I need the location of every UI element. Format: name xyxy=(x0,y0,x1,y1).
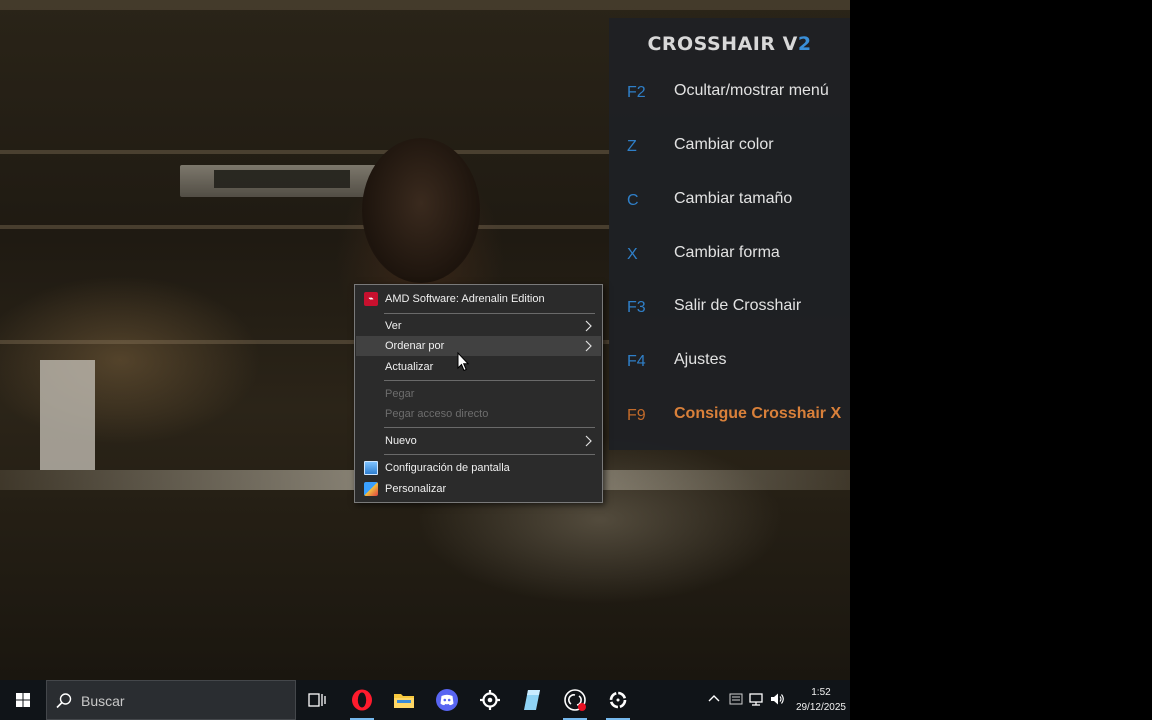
menu-separator xyxy=(384,380,595,381)
taskbar-search-box[interactable]: Buscar xyxy=(46,680,296,720)
chevron-right-icon xyxy=(585,340,592,352)
taskbar-clock[interactable]: 1:52 29/12/2025 xyxy=(796,685,846,715)
crosshair-title-version: 2 xyxy=(797,33,812,55)
menu-item-label: Ver xyxy=(385,320,402,332)
task-view-icon xyxy=(308,693,326,707)
crosshair-title: CROSSHAIR V2 xyxy=(609,33,850,55)
hotkey: Z xyxy=(627,138,637,155)
hotkey: F4 xyxy=(627,353,646,370)
crosshair-item-change-color: Z Cambiar color xyxy=(609,132,850,162)
chevron-right-icon xyxy=(585,320,592,332)
hotkey-label: Ocultar/mostrar menú xyxy=(674,82,829,99)
wallpaper-person xyxy=(362,138,480,283)
hotkey: X xyxy=(627,246,638,263)
steam-icon xyxy=(480,690,500,710)
discord-icon xyxy=(436,689,458,711)
crosshair-item-exit: F3 Salir de Crosshair xyxy=(609,293,850,323)
menu-item-paste: Pegar xyxy=(356,384,601,404)
file-explorer-icon xyxy=(394,694,414,708)
clock-time: 1:52 xyxy=(811,687,831,698)
steam-taskbar-button[interactable] xyxy=(469,680,511,720)
menu-separator xyxy=(384,313,595,314)
hotkey-label: Consigue Crosshair X xyxy=(674,405,842,422)
menu-item-label: Nuevo xyxy=(385,435,417,447)
menu-separator xyxy=(384,427,595,428)
menu-item-view[interactable]: Ver xyxy=(356,316,601,336)
start-button[interactable] xyxy=(0,680,46,720)
menu-item-display-settings[interactable]: Configuración de pantalla xyxy=(356,458,601,478)
opera-taskbar-button[interactable] xyxy=(341,680,383,720)
hotkey-label: Ajustes xyxy=(674,351,727,368)
menu-item-label: AMD Software: Adrenalin Edition xyxy=(385,293,545,305)
chevron-right-icon xyxy=(585,435,592,447)
hotkey: F9 xyxy=(627,407,646,424)
system-tray: 1:52 29/12/2025 xyxy=(700,680,850,720)
menu-item-label: Configuración de pantalla xyxy=(385,462,510,474)
volume-icon[interactable] xyxy=(769,691,785,707)
taskbar: Buscar 1:52 29/12/2025 xyxy=(0,680,850,720)
obs-taskbar-button[interactable] xyxy=(554,680,596,720)
personalize-icon xyxy=(364,482,378,496)
wallpaper-pencil-cup xyxy=(40,360,95,470)
display-settings-icon xyxy=(364,461,378,475)
clock-date: 29/12/2025 xyxy=(795,702,846,713)
hotkey-label: Cambiar forma xyxy=(674,244,780,261)
windows-logo-icon xyxy=(16,693,30,707)
search-placeholder: Buscar xyxy=(81,693,125,709)
task-view-button[interactable] xyxy=(296,680,338,720)
hotkey-label: Cambiar color xyxy=(674,136,774,153)
hotkey: C xyxy=(627,192,639,209)
desktop-context-menu: ⌁ AMD Software: Adrenalin Edition Ver Or… xyxy=(354,284,603,503)
crosshair-title-text: CROSSHAIR V xyxy=(647,33,798,55)
crosshair-overlay-menu: CROSSHAIR V2 F2 Ocultar/mostrar menú Z C… xyxy=(609,18,850,450)
obs-icon xyxy=(564,689,586,711)
crosshair-item-toggle-menu: F2 Ocultar/mostrar menú xyxy=(609,78,850,108)
crosshair-taskbar-button[interactable] xyxy=(597,680,639,720)
menu-item-label: Pegar xyxy=(385,388,415,400)
hotkey: F2 xyxy=(627,84,646,101)
letterbox-area xyxy=(850,0,1152,720)
notepad-taskbar-button[interactable] xyxy=(511,680,553,720)
input-method-icon[interactable] xyxy=(728,691,744,707)
menu-item-sort-by[interactable]: Ordenar por xyxy=(356,336,601,356)
opera-icon xyxy=(352,689,372,711)
menu-item-label: Actualizar xyxy=(385,361,434,373)
wallpaper-shelf xyxy=(0,0,850,10)
search-icon xyxy=(56,693,72,709)
hotkey: F3 xyxy=(627,299,646,316)
crosshair-icon xyxy=(609,691,627,709)
file-explorer-taskbar-button[interactable] xyxy=(383,680,425,720)
menu-item-personalize[interactable]: Personalizar xyxy=(356,479,601,499)
crosshair-item-change-shape: X Cambiar forma xyxy=(609,240,850,270)
amd-icon: ⌁ xyxy=(364,292,378,306)
hotkey-label: Cambiar tamaño xyxy=(674,190,793,207)
wallpaper-stereo xyxy=(180,165,380,197)
wallpaper-shelf xyxy=(0,225,610,229)
menu-separator xyxy=(384,454,595,455)
discord-taskbar-button[interactable] xyxy=(426,680,468,720)
crosshair-item-settings: F4 Ajustes xyxy=(609,347,850,377)
crosshair-item-change-size: C Cambiar tamaño xyxy=(609,186,850,216)
menu-item-label: Ordenar por xyxy=(385,340,445,352)
crosshair-item-get-crosshair-x: F9 Consigue Crosshair X xyxy=(609,401,850,431)
chevron-up-icon[interactable] xyxy=(706,691,722,707)
mouse-cursor-icon xyxy=(457,352,469,372)
wallpaper-shelf xyxy=(0,150,610,154)
notepad-icon xyxy=(524,690,540,710)
menu-item-paste-shortcut: Pegar acceso directo xyxy=(356,404,601,424)
hotkey-label: Salir de Crosshair xyxy=(674,297,802,314)
menu-item-label: Personalizar xyxy=(385,483,447,495)
network-icon[interactable] xyxy=(748,691,764,707)
menu-item-refresh[interactable]: Actualizar xyxy=(356,357,601,377)
menu-item-amd-software[interactable]: ⌁ AMD Software: Adrenalin Edition xyxy=(356,289,601,309)
menu-item-label: Pegar acceso directo xyxy=(385,408,489,420)
menu-item-new[interactable]: Nuevo xyxy=(356,431,601,451)
